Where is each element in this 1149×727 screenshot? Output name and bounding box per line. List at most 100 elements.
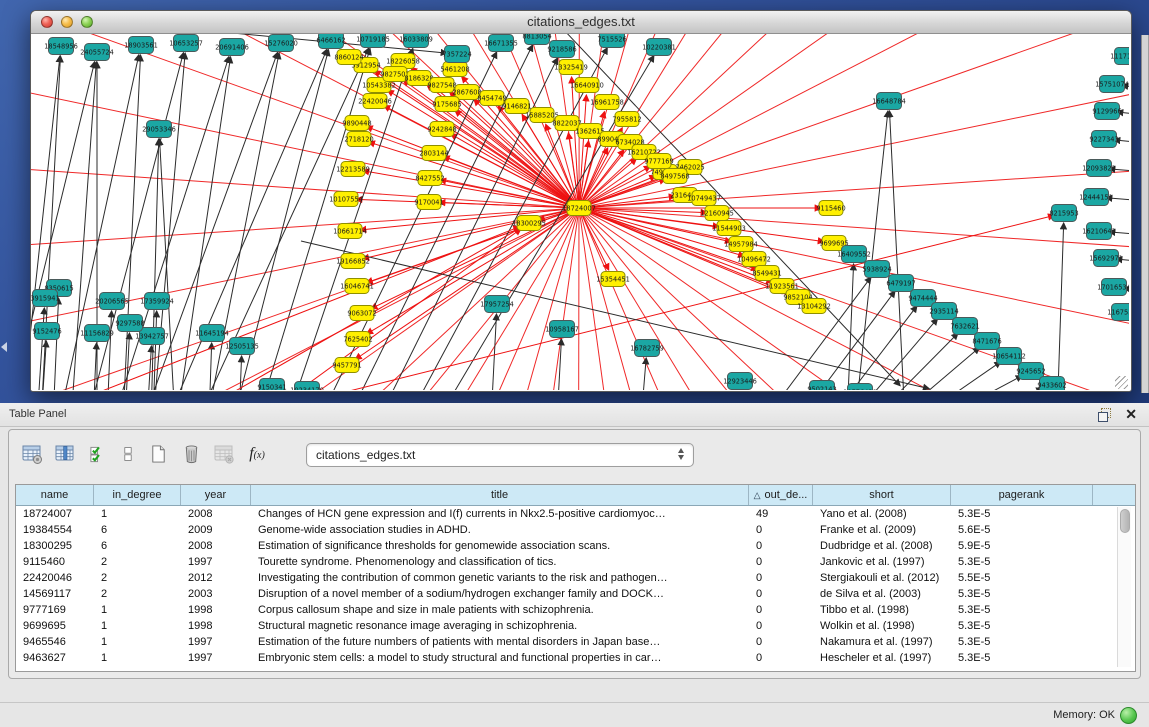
graph-node-label: 14957984 [724, 240, 758, 248]
column-header-name[interactable]: name [16, 485, 94, 505]
graph-node-label: 9063072 [347, 309, 376, 317]
graph-edge [958, 389, 1043, 390]
graph-edge [579, 208, 1129, 380]
graph-node-label: 9474444 [908, 294, 937, 302]
cell: 5.3E-5 [951, 556, 1093, 568]
network-view[interactable]: 1872400710107554122135892718120989044822… [31, 34, 1129, 390]
table-selector-dropdown[interactable]: citations_edges.txt [306, 443, 694, 467]
graph-node-label: 18903561 [124, 41, 158, 49]
cell: 5.3E-5 [951, 652, 1093, 664]
vertical-scrollbar[interactable] [1117, 507, 1131, 667]
cell: Hescheler et al. (1997) [813, 652, 951, 664]
function-builder-icon[interactable]: f(x) [242, 440, 272, 468]
graph-edge [579, 34, 1129, 208]
network-canvas[interactable]: 1872400710107554122135892718120989044822… [31, 34, 1129, 390]
cell: 5.9E-5 [951, 540, 1093, 552]
cell: 1998 [181, 604, 251, 616]
graph-node-label: 2718120 [344, 135, 373, 143]
cell: Stergiakouli et al. (2012) [813, 572, 951, 584]
close-panel-icon[interactable]: ✕ [1125, 406, 1137, 422]
table-row[interactable]: 911546021997Tourette syndrome. Phenomeno… [16, 554, 1135, 570]
network-window[interactable]: citations_edges.txt 18724007101075541221… [30, 10, 1132, 392]
table-row[interactable]: 1938455462009Genome-wide association stu… [16, 522, 1135, 538]
graph-node-label: 9170041 [414, 198, 443, 206]
graph-node-label: 10220381 [642, 43, 676, 51]
table-row[interactable]: 1872400712008Changes of HCN gene express… [16, 506, 1135, 522]
graph-node-label: 5938924 [862, 265, 891, 273]
table-row[interactable]: 946554611997Estimation of the future num… [16, 634, 1135, 650]
column-header-out_de[interactable]: △out_de... [749, 485, 813, 505]
scrollbar-thumb[interactable] [1120, 509, 1130, 533]
graph-node-label: 8549431 [752, 269, 781, 277]
graph-node-label: 17359924 [140, 297, 174, 305]
dropdown-spinner-icon [678, 448, 684, 460]
table-row[interactable]: 977716911998Corpus callosum shape and si… [16, 602, 1135, 618]
graph-node-label: 11156829 [80, 329, 114, 337]
column-header-title[interactable]: title [251, 485, 749, 505]
cell: 0 [749, 652, 813, 664]
import-table-icon[interactable] [209, 440, 239, 468]
graph-node-label: 20691406 [215, 43, 249, 51]
cell: 1 [94, 636, 181, 648]
graph-node-label: 9152476 [32, 327, 61, 335]
graph-node-label: 2935114 [929, 307, 958, 315]
cell: 0 [749, 588, 813, 600]
cell: Investigating the contribution of common… [251, 572, 749, 584]
graph-edge [1057, 223, 1064, 390]
show-columns-icon[interactable] [50, 440, 80, 468]
graph-node-label: 15692971 [1089, 254, 1123, 262]
cell: 1 [94, 652, 181, 664]
window-titlebar[interactable]: citations_edges.txt [31, 11, 1131, 34]
cell: Tibbo et al. (1998) [813, 604, 951, 616]
create-column-icon[interactable] [143, 440, 173, 468]
table-row[interactable]: 1456911722003Disruption of a novel membe… [16, 586, 1135, 602]
cell: Nakamura et al. (1997) [813, 636, 951, 648]
cell: Corpus callosum shape and size in male p… [251, 604, 749, 616]
table-body: 1872400712008Changes of HCN gene express… [16, 506, 1135, 666]
table-row[interactable]: 969969511998Structural magnetic resonanc… [16, 618, 1135, 634]
pager-icon[interactable] [116, 440, 140, 468]
cytoscape-app: citations_edges.txt 18724007101075541221… [0, 0, 1149, 727]
table-row[interactable]: 1830029562008Estimation of significance … [16, 538, 1135, 554]
column-header-pagerank[interactable]: pagerank [951, 485, 1093, 505]
graph-node-label: 8860124 [334, 53, 363, 61]
table-row[interactable]: 2242004622012Investigating the contribut… [16, 570, 1135, 586]
row-selection-icon[interactable] [83, 440, 113, 468]
window-title: citations_edges.txt [31, 14, 1131, 29]
table-row[interactable]: 946362711997Embryonic stem cells: a mode… [16, 650, 1135, 666]
resize-grip-icon[interactable] [1115, 376, 1128, 389]
cell: Changes of HCN gene expression and I(f) … [251, 508, 749, 520]
cell: Tourette syndrome. Phenomenology and cla… [251, 556, 749, 568]
graph-node-label: 7357224 [442, 50, 471, 58]
column-header-in_degree[interactable]: in_degree [94, 485, 181, 505]
cell: 0 [749, 636, 813, 648]
column-header-short[interactable]: short [813, 485, 951, 505]
cell: 1 [94, 620, 181, 632]
graph-node-label: 2803144 [419, 149, 448, 157]
graph-edge [579, 34, 1129, 208]
collapsed-panel-strip[interactable] [1141, 35, 1149, 393]
cell: Dudbridge et al. (2008) [813, 540, 951, 552]
cell: 1997 [181, 652, 251, 664]
graph-node-label: 10958167 [545, 325, 579, 333]
delete-columns-icon[interactable] [176, 440, 206, 468]
graph-node-label: 16640910 [570, 81, 604, 89]
column-header-year[interactable]: year [181, 485, 251, 505]
graph-node-label: 10661714 [333, 227, 367, 235]
float-window-icon[interactable] [1098, 408, 1111, 421]
cell: Genome-wide association studies in ADHD. [251, 524, 749, 536]
table-mode-icon[interactable] [17, 440, 47, 468]
cell: 5.5E-5 [951, 572, 1093, 584]
graph-node-label: 7632621 [950, 322, 979, 330]
graph-node-label: 16046741 [340, 282, 374, 290]
panel-collapse-arrow-icon[interactable] [1, 342, 7, 352]
cell: 1997 [181, 556, 251, 568]
graph-node-label: 9502143 [807, 385, 836, 390]
table-selector-value: citations_edges.txt [316, 448, 415, 462]
graph-node-label: 17016534 [1097, 283, 1129, 291]
graph-node-label: 16210643 [1082, 227, 1116, 235]
graph-node-label: 15354451 [596, 275, 630, 283]
graph-node-label: 9245652 [1016, 367, 1045, 375]
graph-node-label: 3915941 [31, 294, 60, 302]
cell: 22420046 [16, 572, 94, 584]
